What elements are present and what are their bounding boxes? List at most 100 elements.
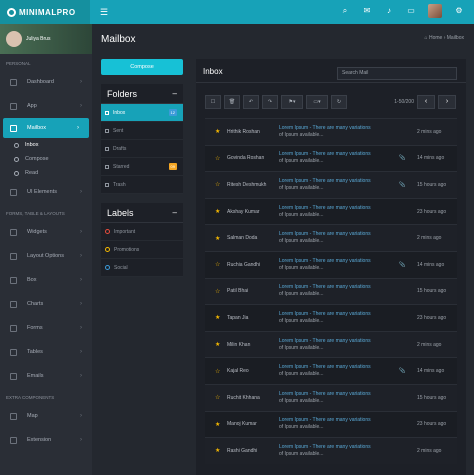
star-icon[interactable]: ☆ bbox=[215, 181, 227, 188]
flag-dropdown[interactable]: ⚑▾ bbox=[281, 95, 303, 109]
brand-logo[interactable]: MINIMALPRO bbox=[0, 0, 90, 24]
settings-icon[interactable]: ⚙ bbox=[454, 6, 464, 16]
star-icon[interactable]: ☆ bbox=[215, 394, 227, 401]
star-icon[interactable]: ☆ bbox=[215, 368, 227, 375]
star-icon[interactable]: ☆ bbox=[215, 288, 227, 295]
star-icon[interactable]: ★ bbox=[215, 447, 227, 454]
email-row[interactable]: ☆ Patil Bhai Lorem Ipsum - There are man… bbox=[205, 277, 457, 305]
sidebar-item-mailbox[interactable]: Mailbox › bbox=[3, 118, 89, 138]
email-preview: Lorem Ipsum - There are many variations o… bbox=[279, 284, 371, 298]
folder-trash[interactable]: Trash bbox=[101, 176, 183, 194]
star-icon[interactable]: ★ bbox=[215, 314, 227, 321]
chevron-right-icon: › bbox=[80, 189, 82, 195]
compose-button[interactable]: Compose bbox=[101, 59, 183, 75]
search-icon[interactable]: ⌕ bbox=[340, 6, 350, 16]
sender-name: Akshay Kumar bbox=[227, 208, 260, 215]
email-row[interactable]: ☆ Kajal Reo Lorem Ipsum - There are many… bbox=[205, 357, 457, 384]
user-avatar bbox=[6, 31, 22, 47]
breadcrumb-home[interactable]: Home bbox=[429, 35, 442, 41]
chevron-right-icon: › bbox=[80, 253, 82, 259]
sidebar-item-layout-options[interactable]: Layout Options › bbox=[0, 244, 92, 268]
sender-name: Ruchit Khhana bbox=[227, 394, 260, 401]
star-icon[interactable]: ★ bbox=[215, 341, 227, 348]
email-row[interactable]: ☆ Govinda Roshan Lorem Ipsum - There are… bbox=[205, 144, 457, 172]
sidebar-item-map[interactable]: Map › bbox=[0, 404, 92, 428]
sender-name: Hrithik Roshan bbox=[227, 128, 260, 135]
search-mail-input[interactable]: Search Mail bbox=[337, 67, 457, 80]
email-row[interactable]: ★ Manoj Kumar Lorem Ipsum - There are ma… bbox=[205, 410, 457, 438]
refresh-button[interactable]: ↻ bbox=[331, 95, 347, 109]
sidebar-sub-compose[interactable]: Compose bbox=[0, 152, 92, 166]
chevron-right-icon: › bbox=[80, 301, 82, 307]
sidebar-item-dashboard[interactable]: Dashboard › bbox=[0, 70, 92, 94]
inbox-panel: Inbox Search Mail ☐ 🗑 ↶ ↷ ⚑▾ ▭▾ ↻ 1-50/2… bbox=[196, 59, 466, 475]
delete-button[interactable]: 🗑 bbox=[224, 95, 240, 109]
email-row[interactable]: ☆ Ruchit Khhana Lorem Ipsum - There are … bbox=[205, 383, 457, 411]
email-preview: Lorem Ipsum - There are many variations o… bbox=[279, 364, 371, 378]
folder-drafts[interactable]: Drafts bbox=[101, 140, 183, 158]
emails-icon bbox=[10, 372, 17, 380]
email-preview: Lorem Ipsum - There are many variations o… bbox=[279, 257, 371, 271]
sidebar-item-extension[interactable]: Extension › bbox=[0, 428, 92, 452]
sidebar-item-ui-elements[interactable]: UI Elements › bbox=[0, 180, 92, 204]
email-row[interactable]: ★ Tapan Jia Lorem Ipsum - There are many… bbox=[205, 304, 457, 331]
sidebar-sub-read[interactable]: Read bbox=[0, 166, 92, 180]
folder-sent[interactable]: Sent bbox=[101, 122, 183, 140]
sidebar: Juliya Brus PERSONAL Dashboard › App › Mai… bbox=[0, 24, 92, 475]
email-preview: Lorem Ipsum - There are many variations o… bbox=[279, 310, 371, 324]
sidebar-item-app[interactable]: App › bbox=[0, 94, 92, 118]
email-row[interactable]: ★ Rashi Gandhi Lorem Ipsum - There are m… bbox=[205, 437, 457, 464]
sidebar-sub-inbox[interactable]: Inbox bbox=[0, 138, 92, 152]
star-icon[interactable]: ★ bbox=[215, 128, 227, 135]
email-row[interactable]: ☆ Ruchia Gandhi Lorem Ipsum - There are … bbox=[205, 250, 457, 278]
charts-icon bbox=[10, 300, 17, 308]
sidebar-item-tables[interactable]: Tables › bbox=[0, 340, 92, 364]
email-time: 2 mins ago bbox=[417, 128, 442, 135]
select-all-checkbox[interactable]: ☐ bbox=[205, 95, 221, 109]
sender-name: Kajal Reo bbox=[227, 368, 249, 375]
label-promotions[interactable]: Promotions bbox=[101, 241, 183, 259]
email-row[interactable]: ★ Salman Doda Lorem Ipsum - There are ma… bbox=[205, 224, 457, 251]
label-social[interactable]: Social bbox=[101, 259, 183, 277]
circle-icon bbox=[105, 265, 110, 270]
menu-toggle-icon[interactable]: ☰ bbox=[100, 7, 108, 18]
sidebar-item-emails[interactable]: Emails › bbox=[0, 364, 92, 388]
sidebar-item-box[interactable]: Box › bbox=[0, 268, 92, 292]
star-icon[interactable]: ☆ bbox=[215, 261, 227, 268]
sidebar-item-forms[interactable]: Forms › bbox=[0, 316, 92, 340]
mail-icon[interactable]: ✉ bbox=[362, 6, 372, 16]
forward-button[interactable]: ↷ bbox=[262, 95, 278, 109]
folder-inbox[interactable]: Inbox 12 bbox=[101, 104, 183, 122]
email-row[interactable]: ★ Akshay Kumar Lorem Ipsum - There are m… bbox=[205, 197, 457, 225]
label-important[interactable]: Important bbox=[101, 223, 183, 241]
bell-icon[interactable]: ♪ bbox=[384, 6, 394, 16]
minus-icon[interactable]: – bbox=[173, 89, 177, 98]
star-icon[interactable]: ☆ bbox=[215, 155, 227, 162]
prev-page-button[interactable]: ‹ bbox=[417, 95, 435, 109]
email-row[interactable]: ☆ Ritesh Deshmukh Lorem Ipsum - There ar… bbox=[205, 171, 457, 198]
map-icon bbox=[10, 412, 17, 420]
email-preview: Lorem Ipsum - There are many variations o… bbox=[279, 231, 371, 245]
folders-header: Folders – bbox=[101, 84, 183, 104]
sidebar-item-widgets[interactable]: Widgets › bbox=[0, 220, 92, 244]
sender-name: Manoj Kumar bbox=[227, 421, 257, 428]
chat-icon[interactable]: ▭ bbox=[406, 6, 416, 16]
star-icon[interactable]: ★ bbox=[215, 235, 227, 242]
folders-panel: Folders – Inbox 12 Sent Drafts Starred 09 T… bbox=[101, 84, 183, 194]
user-panel[interactable]: Juliya Brus bbox=[0, 24, 92, 54]
star-icon[interactable]: ★ bbox=[215, 208, 227, 215]
email-row[interactable]: ★ Hrithik Roshan Lorem Ipsum - There are… bbox=[205, 118, 457, 145]
sidebar-item-charts[interactable]: Charts › bbox=[0, 292, 92, 316]
user-avatar[interactable] bbox=[428, 4, 442, 18]
tables-icon bbox=[10, 348, 17, 356]
folder-dropdown[interactable]: ▭▾ bbox=[306, 95, 328, 109]
folder-starred[interactable]: Starred 09 bbox=[101, 158, 183, 176]
reply-button[interactable]: ↶ bbox=[243, 95, 259, 109]
star-icon[interactable]: ★ bbox=[215, 421, 227, 428]
pagination: 1-50/200 ‹ › bbox=[394, 95, 456, 109]
email-row[interactable]: ★ Milin Khan Lorem Ipsum - There are man… bbox=[205, 330, 457, 358]
next-page-button[interactable]: › bbox=[438, 95, 456, 109]
email-time: 2 mins ago bbox=[417, 447, 442, 454]
minus-icon[interactable]: – bbox=[173, 208, 177, 217]
chevron-right-icon: › bbox=[80, 437, 82, 443]
